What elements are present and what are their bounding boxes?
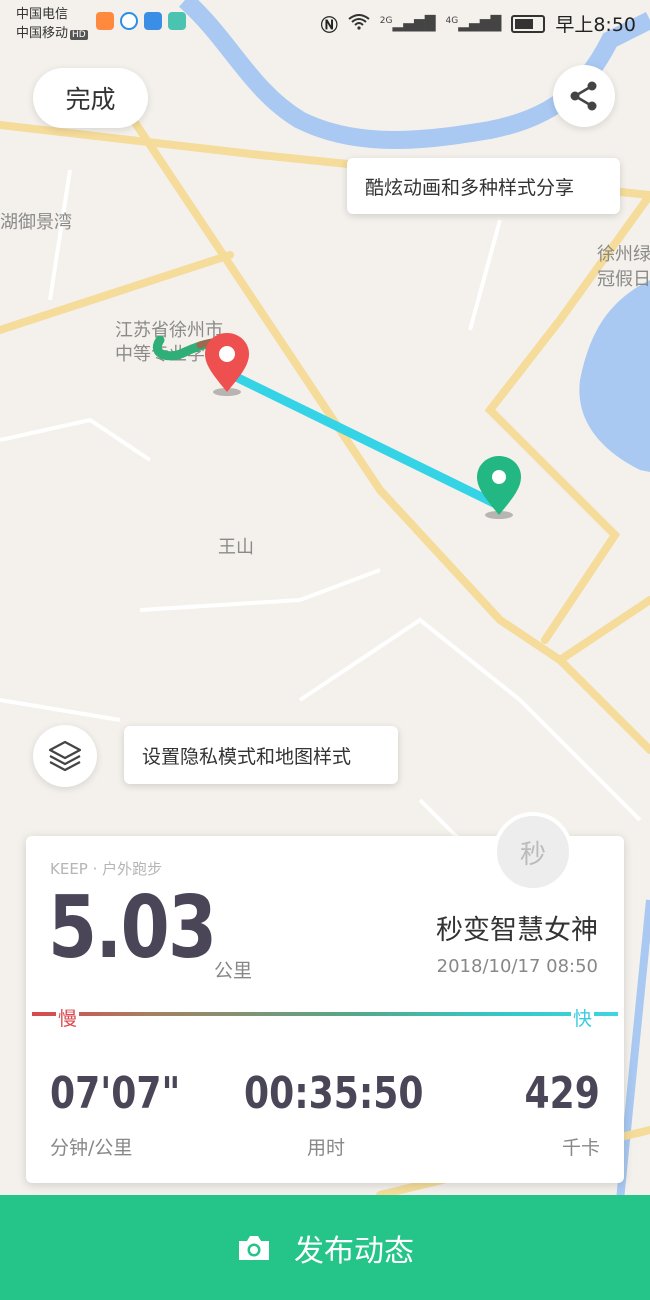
slow-label: 慢 — [56, 1004, 80, 1031]
signal-4g: 4G▂▄▆█ — [445, 15, 502, 32]
wifi-icon — [348, 13, 370, 35]
pace-value: 07'07" — [50, 1068, 181, 1119]
carrier-label: 中国电信 — [16, 7, 69, 22]
carrier-label: 中国移动 HD — [16, 22, 88, 41]
layer-tooltip: 设置隐私模式和地图样式 — [124, 726, 398, 784]
map-app-icon — [168, 12, 186, 30]
battery-icon — [511, 14, 546, 33]
map-label: 徐州绿 — [597, 244, 650, 265]
pace-gradient-bar — [32, 1012, 618, 1016]
map-label: 湖御景湾 — [0, 212, 72, 233]
distance-unit: 公里 — [214, 960, 253, 982]
layers-icon — [48, 740, 82, 772]
camera-icon — [239, 1235, 269, 1260]
avatar[interactable]: 秒 — [493, 812, 573, 892]
done-button[interactable]: 完成 — [33, 68, 148, 128]
share-tooltip: 酷炫动画和多种样式分享 — [347, 158, 620, 214]
calories-label: 千卡 — [561, 1137, 600, 1159]
hd-badge: HD — [70, 30, 88, 40]
shield-app-icon — [144, 12, 162, 30]
map-layer-button[interactable] — [33, 725, 97, 787]
duration-value: 00:35:50 — [244, 1068, 424, 1119]
share-icon — [570, 81, 597, 111]
status-bar: 中国电信 中国移动 HD Ⓝ 2G▂▄▆█ 4G▂▄▆█ 早上8:50 — [0, 0, 650, 44]
duration-label: 用时 — [306, 1137, 345, 1159]
workout-datetime: 2018/10/17 08:50 — [436, 956, 598, 977]
fast-label: 快 — [570, 1004, 594, 1031]
browser-app-icon — [120, 12, 138, 30]
distance-value: 5.03 — [48, 878, 217, 978]
calories-value: 429 — [524, 1068, 600, 1119]
pace-label: 分钟/公里 — [50, 1137, 133, 1159]
publish-label: 发布动态 — [294, 1233, 414, 1269]
nfc-icon: Ⓝ — [320, 16, 338, 36]
publish-button[interactable]: 发布动态 — [0, 1195, 650, 1300]
carrier-name: 中国移动 — [16, 26, 69, 41]
video-app-icon — [96, 12, 114, 30]
map-label: 江苏省徐州市 — [115, 320, 223, 341]
system-status: Ⓝ 2G▂▄▆█ 4G▂▄▆█ 早上8:50 — [321, 10, 636, 37]
notification-icons — [96, 12, 186, 30]
workout-source: KEEP · 户外跑步 — [50, 860, 163, 878]
user-name: 秒变智慧女神 — [436, 915, 598, 946]
map-label: 王山 — [218, 537, 254, 558]
map-label: 冠假日 — [597, 269, 650, 290]
clock: 早上8:50 — [555, 14, 636, 36]
signal-2g: 2G▂▄▆█ — [379, 15, 436, 32]
share-button[interactable] — [553, 65, 615, 127]
